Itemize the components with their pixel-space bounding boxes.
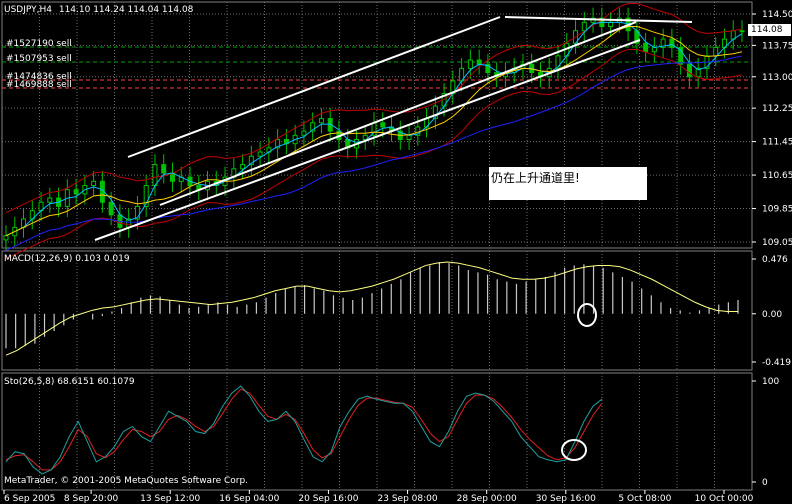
current-price-label: 114.08: [748, 24, 791, 36]
candle-body: [739, 30, 745, 33]
price-axis-label: 111.45: [762, 138, 792, 148]
price-axis-label: 109.85: [762, 205, 792, 215]
candle-body: [581, 21, 587, 32]
macd-axis-label: 0.00: [762, 310, 782, 320]
stoch-main-line: [5, 385, 603, 475]
macd-highlight-circle: [577, 303, 597, 327]
time-axis-label: 5 Oct 08:00: [618, 494, 671, 504]
time-axis-label: 16 Sep 04:00: [219, 494, 279, 504]
candle-body: [108, 201, 114, 216]
candle-body: [608, 21, 614, 28]
candle-body: [318, 118, 324, 124]
candle-body: [301, 130, 307, 136]
candle-body: [73, 189, 79, 195]
chart-header: USDJPY,H4 114.10 114.24 114.04 114.08: [4, 5, 193, 15]
time-axis-label: 30 Sep 16:00: [536, 494, 596, 504]
channel-lower-line: [94, 39, 641, 241]
time-axis-label: 23 Sep 08:00: [378, 494, 438, 504]
price-axis-label: 113.75: [762, 41, 792, 51]
candle-body: [686, 63, 692, 78]
time-axis-label: 8 Sep 20:00: [64, 494, 119, 504]
order-label: #1527190 sell: [6, 39, 72, 49]
candle-body: [91, 180, 97, 187]
time-axis-label: 28 Sep 00:00: [457, 494, 517, 504]
macd-axis-label: 0.476: [762, 255, 788, 265]
candle-body: [380, 122, 386, 128]
price-axis-label: 114.50: [762, 10, 792, 20]
copyright-label: MetaTrader, © 2001-2005 MetaQuotes Softw…: [4, 476, 249, 486]
candle-body: [161, 164, 167, 174]
candle-body: [467, 59, 473, 69]
order-label: #1507953 sell: [6, 54, 72, 64]
candle-body: [406, 134, 412, 141]
annotation-text: 仍在上升通道里!: [491, 171, 580, 185]
resistance-line: [504, 16, 693, 23]
candle-body: [476, 59, 482, 65]
chart-canvas[interactable]: 114.50 113.75 113.00 112.25 111.45 110.65 109.…: [0, 0, 792, 504]
price-axis-label: 113.00: [762, 73, 792, 83]
macd-axis-label: -0.419: [762, 358, 791, 368]
candle-body: [257, 151, 263, 157]
candle-body: [643, 42, 649, 53]
symbol-label: USDJPY,H4: [4, 5, 52, 15]
panel-frame-1: [1, 250, 753, 371]
macd-label: MACD(12,26,9) 0.103 0.019: [4, 254, 130, 264]
ohlc-label: 114.10 114.24 114.04 114.08: [58, 5, 194, 15]
time-axis-label: 20 Sep 16:00: [298, 494, 358, 504]
bollinger-lower: [5, 49, 743, 260]
price-axis-label: 109.05: [762, 238, 792, 248]
stoch-signal-line: [5, 388, 603, 471]
price-axis-label: 110.65: [762, 171, 792, 181]
price-axis-label: 112.25: [762, 104, 792, 114]
time-axis-label: 6 Sep 2005: [4, 494, 55, 504]
chart-window: 114.50 113.75 113.00 112.25 111.45 110.65 109.…: [0, 0, 792, 504]
candle-body: [47, 197, 53, 203]
candle-body: [152, 164, 158, 187]
stoch-label: Sto(26,5,8) 68.6151 60.1079: [4, 377, 135, 387]
stoch-axis-label: 0: [762, 478, 768, 488]
candle-body: [669, 38, 675, 48]
annotation-textbox[interactable]: 仍在上升通道里!: [489, 167, 647, 200]
stoch-axis-label: 100: [762, 377, 779, 387]
time-axis-label: 13 Sep 12:00: [140, 494, 200, 504]
ma-slow: [5, 55, 743, 251]
candle-body: [240, 164, 246, 170]
time-axis-label: 10 Oct 00:00: [695, 494, 754, 504]
candle-body: [651, 46, 657, 53]
candle-body: [3, 235, 9, 241]
order-label: #1469888 sell: [6, 80, 72, 90]
candle-body: [713, 46, 719, 57]
